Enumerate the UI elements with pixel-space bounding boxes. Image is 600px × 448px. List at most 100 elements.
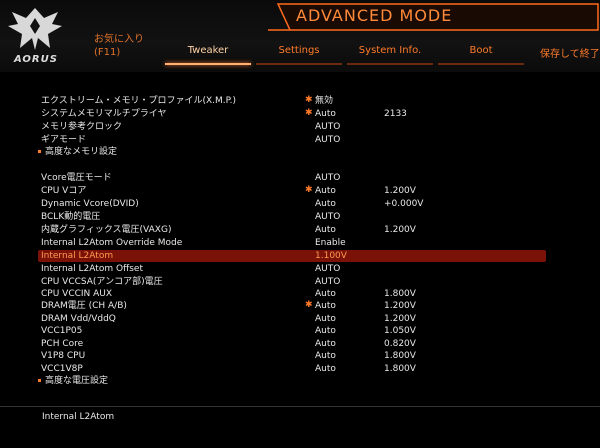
tab-underline (256, 63, 342, 65)
setting-label: エクストリーム・メモリ・プロファイル(X.M.P.) (41, 96, 237, 106)
setting-label: PCH Core (41, 339, 84, 349)
setting-row-dynamic-vcore[interactable]: Dynamic Vcore(DVID) Auto +0.000V (38, 198, 546, 210)
setting-value[interactable]: AUTO (315, 172, 340, 184)
tab-label: System Info. (358, 45, 422, 56)
setting-current-value: 1.050V (384, 326, 416, 336)
setting-value[interactable]: AUTO (315, 121, 340, 133)
submenu-advanced-voltage[interactable]: 高度な電圧設定 (38, 375, 546, 387)
setting-row-vcore-mode[interactable]: Vcore電圧モード AUTO (38, 172, 546, 184)
setting-value[interactable]: AUTO (315, 276, 340, 288)
setting-label: VCC1V8P (41, 364, 83, 374)
tab-tweaker[interactable]: Tweaker (165, 45, 251, 65)
setting-row-pch-core[interactable]: PCH Core Auto 0.820V (38, 338, 546, 350)
star-icon: ✱ (305, 108, 313, 118)
setting-value[interactable]: Auto (315, 224, 336, 236)
setting-row-memory-multiplier[interactable]: システムメモリマルチプライヤ ✱ Auto 2133 (38, 108, 546, 120)
star-icon: ✱ (305, 185, 313, 195)
setting-current-value: 1.200V (384, 186, 416, 196)
setting-value[interactable]: 1.100V (315, 250, 347, 262)
tab-underline (438, 63, 524, 65)
setting-row-vcc1v8p[interactable]: VCC1V8P Auto 1.800V (38, 363, 546, 375)
setting-value[interactable]: 無効 (315, 95, 333, 107)
setting-value[interactable]: Auto (315, 198, 336, 210)
tab-label: Tweaker (187, 45, 229, 56)
tab-underline (347, 63, 433, 65)
setting-current-value: 1.800V (384, 289, 416, 299)
submenu-label: 高度なメモリ設定 (45, 147, 118, 157)
setting-current-value: +0.000V (384, 199, 424, 209)
setting-row-vccsa[interactable]: CPU VCCSA(アンコア部)電圧 AUTO (38, 276, 546, 288)
setting-label: CPU VCCSA(アンコア部)電圧 (41, 277, 163, 287)
setting-row-vccin-aux[interactable]: CPU VCCIN AUX Auto 1.800V (38, 288, 546, 300)
setting-row-xmp[interactable]: エクストリーム・メモリ・プロファイル(X.M.P.) ✱ 無効 (38, 95, 546, 107)
setting-value[interactable]: Enable (315, 237, 346, 249)
setting-current-value: 1.200V (384, 314, 416, 324)
setting-label: V1P8 CPU (41, 351, 86, 361)
setting-value[interactable]: Auto (315, 288, 336, 300)
setting-row-v1p8-cpu[interactable]: V1P8 CPU Auto 1.800V (38, 350, 546, 362)
setting-value[interactable]: Auto (315, 350, 336, 362)
star-icon: ✱ (305, 300, 313, 310)
setting-label: Internal L2Atom (41, 251, 114, 261)
setting-value[interactable]: AUTO (315, 134, 340, 146)
setting-row-l2atom-selected[interactable]: Internal L2Atom 1.100V (38, 250, 546, 262)
setting-value[interactable]: Auto (315, 185, 336, 197)
setting-row-memory-ref-clock[interactable]: メモリ参考クロック AUTO (38, 121, 546, 133)
submenu-label-wrap: 高度なメモリ設定 (38, 146, 117, 158)
setting-row-vaxg[interactable]: 内蔵グラフィックス電圧(VAXG) Auto 1.200V (38, 224, 546, 236)
submenu-label-wrap: 高度な電圧設定 (38, 375, 108, 387)
setting-row-vcc1p05[interactable]: VCC1P05 Auto 1.050V (38, 325, 546, 337)
setting-label: CPU Vコア (41, 186, 87, 196)
setting-label: Dynamic Vcore(DVID) (41, 199, 139, 209)
setting-label: CPU VCCIN AUX (41, 289, 113, 299)
setting-value[interactable]: Auto (315, 108, 336, 120)
submenu-label: 高度な電圧設定 (45, 376, 109, 386)
setting-label: VCC1P05 (41, 326, 83, 336)
setting-row-dram-vdd[interactable]: DRAM Vdd/VddQ Auto 1.200V (38, 313, 546, 325)
setting-value[interactable]: Auto (315, 325, 336, 337)
setting-value[interactable]: AUTO (315, 211, 340, 223)
setting-label: Vcore電圧モード (41, 173, 112, 183)
setting-label: DRAM Vdd/VddQ (41, 314, 116, 324)
setting-current-value: 1.800V (384, 364, 416, 374)
setting-label: DRAM電圧 (CH A/B) (41, 301, 127, 311)
favorites-button[interactable]: お気に入り (F11) (94, 33, 144, 59)
setting-row-l2atom-offset[interactable]: Internal L2Atom Offset AUTO (38, 263, 546, 275)
tab-label: Settings (278, 45, 320, 56)
top-header: AORUS ADVANCED MODE お気に入り (F11) Tweaker … (0, 0, 600, 72)
setting-label: メモリ参考クロック (41, 122, 123, 132)
help-text: Internal L2Atom (42, 412, 115, 422)
setting-label: ギアモード (41, 135, 87, 145)
mode-title: ADVANCED MODE (296, 6, 453, 25)
tab-boot[interactable]: Boot (438, 45, 524, 65)
tab-underline (165, 63, 251, 65)
setting-value[interactable]: Auto (315, 338, 336, 350)
setting-value[interactable]: AUTO (315, 263, 340, 275)
setting-current-value: 0.820V (384, 339, 416, 349)
footer-divider (0, 406, 600, 407)
setting-value[interactable]: Auto (315, 300, 336, 312)
setting-label: Internal L2Atom Override Mode (41, 238, 183, 248)
tab-system-info[interactable]: System Info. (347, 45, 433, 65)
setting-value[interactable]: Auto (315, 313, 336, 325)
setting-value[interactable]: Auto (315, 363, 336, 375)
save-exit-button[interactable]: 保存して終了 (540, 45, 600, 60)
setting-row-cpu-vcore[interactable]: CPU Vコア ✱ Auto 1.200V (38, 185, 546, 197)
setting-row-gear-mode[interactable]: ギアモード AUTO (38, 134, 546, 146)
aorus-logo-text: AORUS (14, 54, 58, 65)
bullet-icon (38, 379, 41, 382)
star-icon: ✱ (305, 95, 313, 105)
submenu-advanced-memory[interactable]: 高度なメモリ設定 (38, 146, 546, 158)
setting-current-value: 1.800V (384, 351, 416, 361)
setting-current-value: 1.200V (384, 225, 416, 235)
setting-row-dram-voltage[interactable]: DRAM電圧 (CH A/B) ✱ Auto 1.200V (38, 300, 546, 312)
setting-row-bclk-voltage[interactable]: BCLK動的電圧 AUTO (38, 211, 546, 223)
aorus-eagle-logo-icon (8, 8, 62, 50)
setting-label: Internal L2Atom Offset (41, 264, 143, 274)
setting-current-value: 2133 (384, 109, 407, 119)
setting-label: 内蔵グラフィックス電圧(VAXG) (41, 225, 172, 235)
tab-settings[interactable]: Settings (256, 45, 342, 65)
setting-row-l2atom-override[interactable]: Internal L2Atom Override Mode Enable (38, 237, 546, 249)
favorites-key: (F11) (94, 47, 121, 58)
bullet-icon (38, 150, 41, 153)
